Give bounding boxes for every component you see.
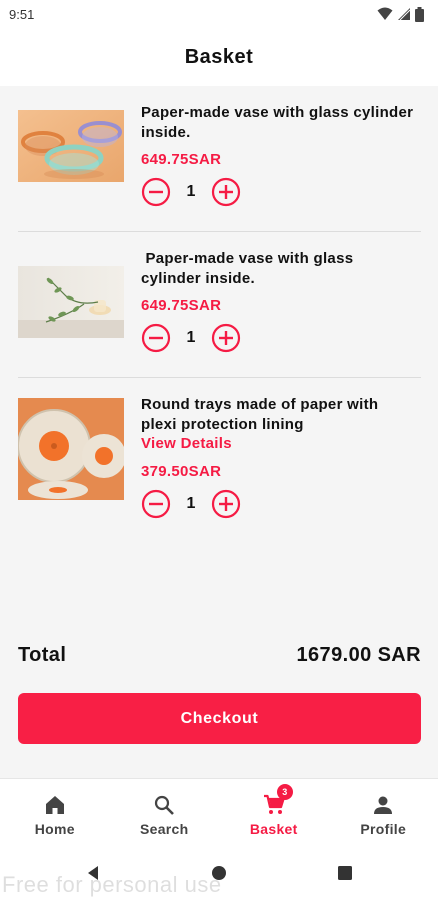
recents-icon[interactable] <box>336 864 354 882</box>
person-icon <box>374 796 393 814</box>
total-value: 1679.00 SAR <box>296 643 421 666</box>
total-label: Total <box>18 643 67 666</box>
nav-item-search[interactable]: Search <box>110 779 220 844</box>
increase-quantity-button[interactable] <box>211 177 241 207</box>
status-icons <box>377 6 424 22</box>
item-divider <box>18 377 421 378</box>
nav-label: Search <box>140 821 189 837</box>
quantity-stepper: 1 <box>141 489 241 519</box>
item-price: 649.75SAR <box>141 297 222 314</box>
status-time: 9:51 <box>9 6 35 22</box>
nav-label: Basket <box>249 821 298 837</box>
search-icon <box>155 795 175 815</box>
watermark-text: Free for personal use <box>2 872 222 897</box>
item-image-vase-branch[interactable] <box>18 266 124 338</box>
nav-item-profile[interactable]: Profile <box>329 779 438 844</box>
app-header: Basket <box>0 28 438 86</box>
signal-icon <box>398 8 411 21</box>
item-name: Paper-made vase with glass cylinder insi… <box>141 104 414 141</box>
quantity-stepper: 1 <box>141 323 241 353</box>
quantity-value: 1 <box>186 329 196 346</box>
item-image-paper-trays[interactable] <box>18 398 124 500</box>
item-price: 649.75SAR <box>141 151 222 168</box>
bottom-nav: Home Search 3 Basket Profile <box>0 778 438 844</box>
item-name: Paper-made vase with glass cylinder insi… <box>141 250 358 287</box>
page-title: Basket <box>184 45 254 68</box>
checkout-button[interactable]: Checkout <box>18 693 421 744</box>
decrease-quantity-button[interactable] <box>141 489 171 519</box>
nav-item-home[interactable]: Home <box>0 779 110 844</box>
view-details-link[interactable]: View Details <box>141 435 232 452</box>
wifi-icon <box>377 7 393 20</box>
cart-badge: 3 <box>276 784 293 800</box>
quantity-stepper: 1 <box>141 177 241 207</box>
nav-label: Home <box>34 821 75 837</box>
battery-icon <box>415 6 424 22</box>
quantity-value: 1 <box>186 183 196 200</box>
quantity-value: 1 <box>186 495 196 512</box>
item-divider <box>18 231 421 232</box>
item-name: Round trays made of paper with plexi pro… <box>141 396 379 433</box>
item-image-glass-bowls[interactable] <box>18 110 124 182</box>
nav-label: Profile <box>360 821 407 837</box>
nav-item-basket[interactable]: 3 Basket <box>219 779 329 844</box>
decrease-quantity-button[interactable] <box>141 177 171 207</box>
decrease-quantity-button[interactable] <box>141 323 171 353</box>
total-row: Total 1679.00 SAR <box>18 641 421 669</box>
increase-quantity-button[interactable] <box>211 323 241 353</box>
cart-icon-wrapper: 3 <box>262 784 293 817</box>
increase-quantity-button[interactable] <box>211 489 241 519</box>
item-price: 379.50SAR <box>141 463 222 480</box>
status-bar: 9:51 <box>0 0 438 28</box>
home-icon <box>45 796 64 814</box>
